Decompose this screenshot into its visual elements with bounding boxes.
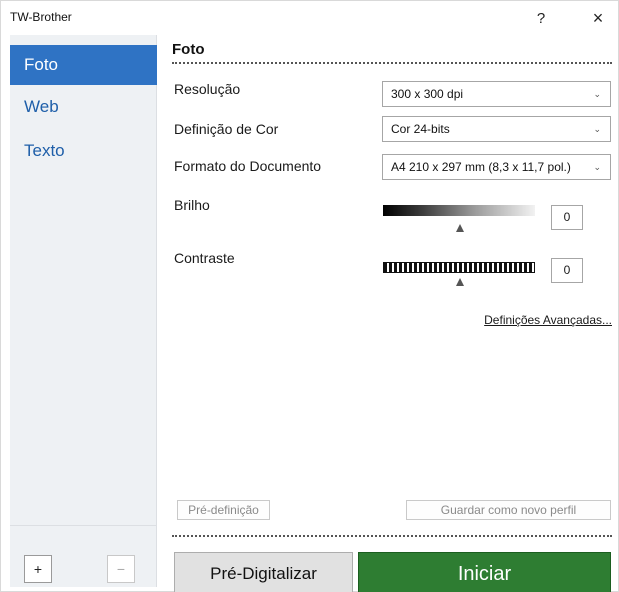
resolution-select[interactable]: 300 x 300 dpi ⌄ (382, 81, 611, 107)
sidebar-divider (10, 525, 157, 526)
color-value: Cor 24-bits (391, 122, 450, 136)
scan-settings-window: TW-Brother ? × Foto Web Texto + − Foto R… (0, 0, 619, 592)
profile-sidebar: Foto Web Texto + − (10, 35, 157, 587)
resolution-value: 300 x 300 dpi (391, 87, 464, 101)
color-select[interactable]: Cor 24-bits ⌄ (382, 116, 611, 142)
resolution-label: Resolução (174, 81, 241, 97)
sidebar-item-texto[interactable]: Texto (10, 131, 157, 171)
document-size-select[interactable]: A4 210 x 297 mm (8,3 x 11,7 pol.) ⌄ (382, 154, 611, 180)
document-size-value: A4 210 x 297 mm (8,3 x 11,7 pol.) (391, 160, 571, 174)
chevron-down-icon: ⌄ (593, 162, 601, 172)
sidebar-item-web[interactable]: Web (10, 87, 157, 127)
section-divider-top (172, 62, 612, 64)
contrast-slider[interactable] (383, 262, 535, 273)
color-label: Definição de Cor (174, 121, 279, 137)
help-button[interactable]: ? (521, 4, 561, 32)
remove-profile-button[interactable]: − (107, 555, 135, 583)
contrast-input[interactable]: 0 (551, 258, 583, 283)
brightness-label: Brilho (174, 197, 210, 213)
prescan-button[interactable]: Pré-Digitalizar (174, 552, 353, 592)
close-button[interactable]: × (578, 4, 618, 32)
sidebar-item-foto[interactable]: Foto (10, 45, 157, 85)
chevron-down-icon: ⌄ (593, 89, 601, 99)
document-size-label: Formato do Documento (174, 158, 322, 174)
chevron-down-icon: ⌄ (593, 124, 601, 134)
brightness-slider[interactable] (383, 205, 535, 216)
settings-panel: Foto Resolução 300 x 300 dpi ⌄ Definição… (172, 35, 612, 592)
advanced-settings-link[interactable]: Definições Avançadas... (484, 313, 612, 327)
title-bar: TW-Brother ? × (1, 1, 618, 35)
contrast-label: Contraste (174, 250, 235, 266)
brightness-input[interactable]: 0 (551, 205, 583, 230)
save-profile-button[interactable]: Guardar como novo perfil (406, 500, 611, 520)
window-title: TW-Brother (10, 10, 72, 24)
preset-button[interactable]: Pré-definição (177, 500, 270, 520)
section-divider-bottom (172, 535, 612, 537)
contrast-slider-thumb[interactable] (456, 278, 464, 286)
add-profile-button[interactable]: + (24, 555, 52, 583)
start-button[interactable]: Iniciar (358, 552, 611, 592)
section-title: Foto (172, 41, 205, 58)
brightness-slider-thumb[interactable] (456, 224, 464, 232)
